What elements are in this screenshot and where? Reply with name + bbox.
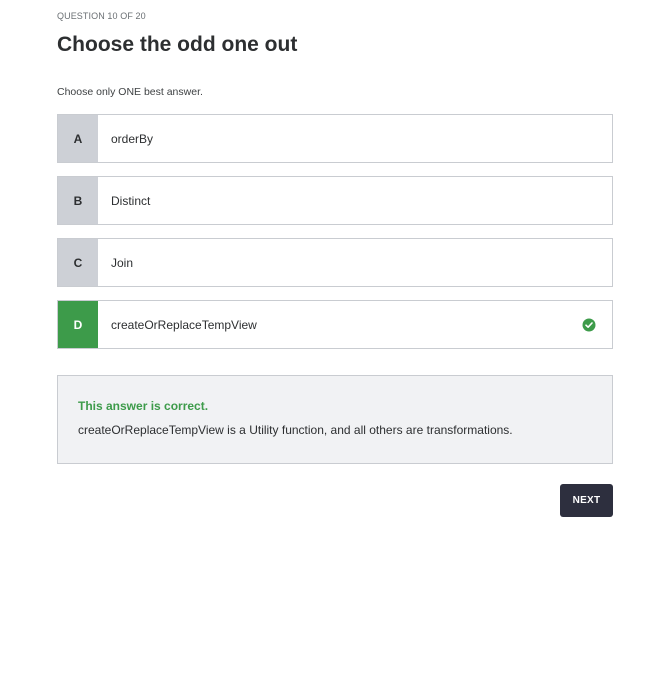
option-text: orderBy	[111, 131, 154, 146]
next-button[interactable]: NEXT	[560, 484, 613, 517]
option-a[interactable]: A orderBy	[57, 114, 613, 163]
option-letter: C	[58, 239, 98, 286]
feedback-explanation: createOrReplaceTempView is a Utility fun…	[78, 423, 513, 437]
option-text: createOrReplaceTempView	[111, 317, 257, 332]
check-circle-icon	[582, 318, 596, 331]
question-counter: QUESTION 10 OF 20	[57, 11, 146, 21]
answer-options: A orderBy B Distinct C Join D createOrRe…	[57, 114, 613, 362]
option-d[interactable]: D createOrReplaceTempView	[57, 300, 613, 349]
question-instructions: Choose only ONE best answer.	[57, 86, 203, 98]
option-text: Distinct	[111, 193, 151, 208]
option-letter: B	[58, 177, 98, 224]
option-letter: D	[58, 301, 98, 348]
option-b[interactable]: B Distinct	[57, 176, 613, 225]
feedback-title: This answer is correct.	[78, 399, 209, 413]
question-title: Choose the odd one out	[57, 33, 298, 56]
option-c[interactable]: C Join	[57, 238, 613, 287]
option-letter: A	[58, 115, 98, 162]
quiz-page: QUESTION 10 OF 20 Choose the odd one out…	[0, 0, 657, 679]
option-text: Join	[111, 255, 134, 270]
answer-feedback: This answer is correct. createOrReplaceT…	[57, 375, 613, 464]
